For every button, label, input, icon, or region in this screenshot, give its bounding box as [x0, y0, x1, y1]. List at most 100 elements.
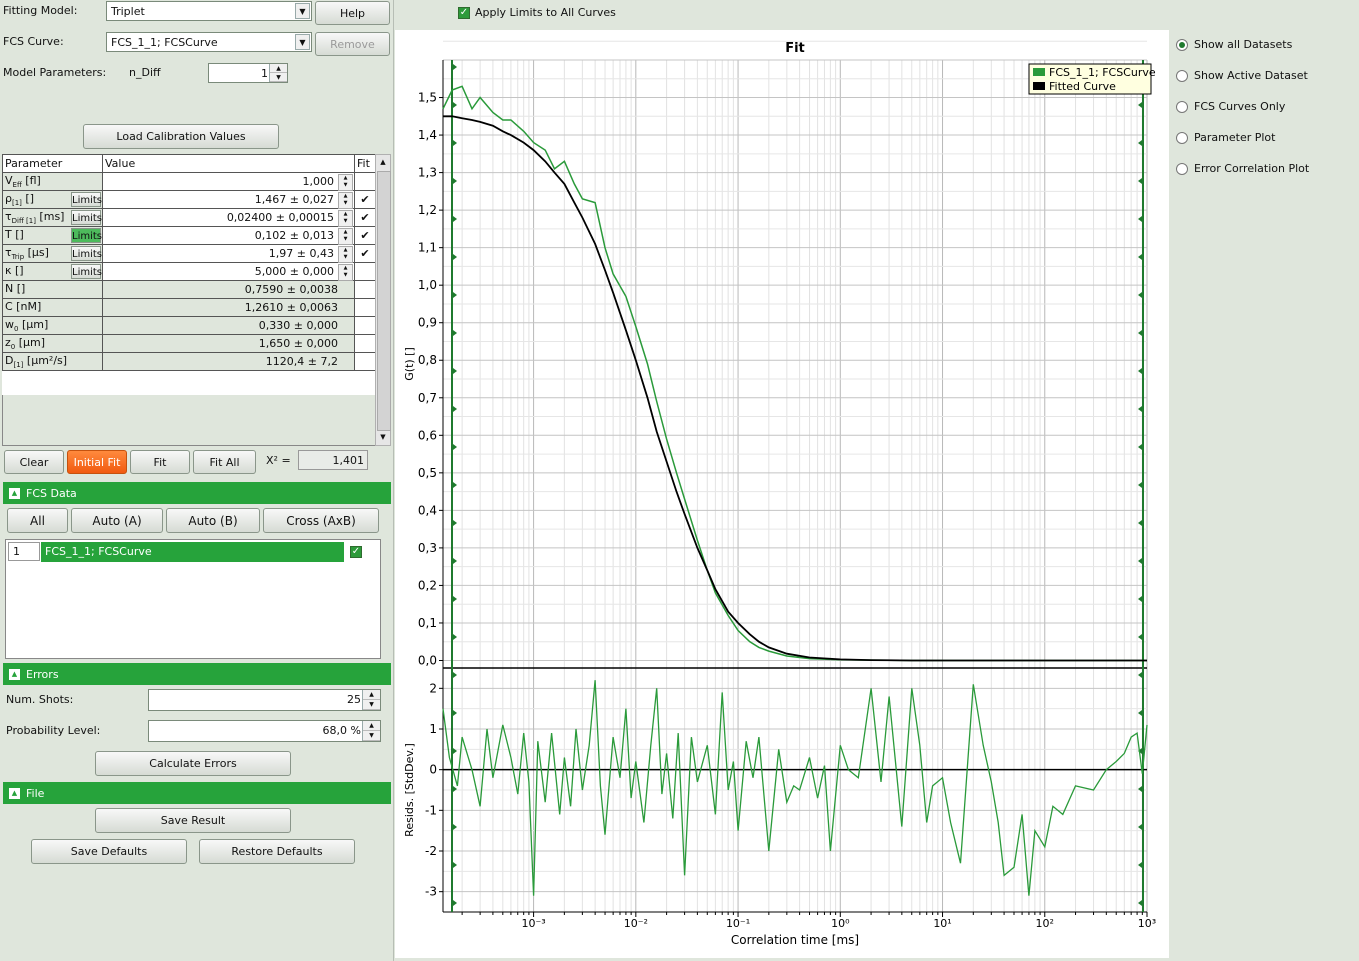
n-diff-label: n_Diff — [129, 66, 161, 79]
range-marker-handle — [1138, 330, 1142, 336]
spin-up-icon[interactable]: ▲ — [270, 64, 287, 73]
spin-down-icon[interactable]: ▼ — [363, 731, 380, 741]
y-tick-label: 0,2 — [418, 578, 437, 592]
param-value: 0,02400 ± 0,00015 — [226, 211, 334, 224]
param-subscript: [1] — [13, 361, 24, 370]
parameter-table: Parameter Value Fit VEff [fl] 1,000 ▲ ▼ ρ[1]… — [2, 154, 376, 395]
limits-button[interactable]: Limits — [71, 192, 102, 207]
remove-button[interactable]: Remove — [315, 32, 390, 56]
spin-arrows-icon[interactable]: ▲ ▼ — [338, 192, 353, 209]
fit-checkbox-cell[interactable]: ✔ — [354, 226, 376, 245]
help-button[interactable]: Help — [315, 1, 390, 25]
fit-checkbox-cell[interactable]: ✔ — [354, 244, 376, 263]
fcs-curve-label: FCS Curve: — [3, 35, 64, 48]
param-value-cell[interactable]: 1,467 ± 0,027 ▲ ▼ — [102, 190, 355, 209]
range-marker-handle — [453, 672, 457, 678]
collapse-icon[interactable]: ▲ — [9, 668, 20, 680]
param-value-cell[interactable]: 1,000 ▲ ▼ — [102, 172, 355, 191]
limits-button[interactable]: Limits — [71, 210, 102, 225]
fit-series-line — [443, 115, 1147, 662]
cross-button[interactable]: Cross (AxB) — [263, 508, 379, 533]
scroll-up-icon[interactable]: ▲ — [376, 155, 390, 170]
range-marker-handle — [1138, 254, 1142, 260]
spin-down-icon[interactable]: ▼ — [270, 73, 287, 82]
initial-fit-button[interactable]: Initial Fit — [67, 450, 127, 474]
spin-down-icon[interactable]: ▼ — [363, 700, 380, 710]
all-button[interactable]: All — [7, 508, 68, 533]
errors-title: Errors — [26, 667, 59, 681]
fit-checkbox-cell[interactable] — [354, 172, 376, 191]
spin-up-icon[interactable]: ▲ — [363, 690, 380, 700]
fitting-model-label: Fitting Model: — [3, 4, 78, 17]
prob-level-spinbox[interactable]: 68,0 % ▲ ▼ — [148, 720, 381, 742]
load-calibration-button[interactable]: Load Calibration Values — [83, 124, 279, 149]
spin-up-icon[interactable]: ▲ — [363, 721, 380, 731]
fit-checkbox-cell[interactable]: ✔ — [354, 190, 376, 209]
list-item[interactable]: 1 FCS_1_1; FCSCurve ✓ — [8, 542, 366, 563]
param-name: τ — [5, 209, 12, 223]
table-scrollbar[interactable]: ▲ ▼ — [375, 154, 391, 446]
spin-arrows-icon[interactable]: ▲ ▼ — [338, 174, 353, 191]
spin-arrows-icon[interactable]: ▲ ▼ — [338, 210, 353, 227]
radio-parameter-plot[interactable] — [1176, 132, 1188, 144]
calculate-errors-button[interactable]: Calculate Errors — [95, 751, 291, 776]
radio-show-active-dataset[interactable] — [1176, 70, 1188, 82]
clear-button[interactable]: Clear — [4, 450, 64, 474]
radio-error-correlation-plot[interactable] — [1176, 163, 1188, 175]
y-axis-label: Resids. [StdDev.] — [403, 743, 416, 837]
radio-fcs-curves-only[interactable] — [1176, 101, 1188, 113]
range-marker-handle — [453, 254, 457, 260]
param-value-cell[interactable]: 0,02400 ± 0,00015 ▲ ▼ — [102, 208, 355, 227]
auto-b-button[interactable]: Auto (B) — [166, 508, 260, 533]
fit-checkbox-cell[interactable] — [354, 280, 376, 299]
restore-defaults-button[interactable]: Restore Defaults — [199, 839, 355, 864]
y-tick-label: 0,5 — [418, 466, 437, 480]
apply-limits-checkbox[interactable]: ✓ — [458, 7, 470, 19]
plot-area[interactable]: Fit 1,5 1,4 1,3 1,2 1,1 1,0 0,9 0,8 0,7 0,6 0,5 0,4 0… — [395, 30, 1169, 958]
spin-arrows-icon[interactable]: ▲ ▼ — [338, 264, 353, 281]
scroll-thumb[interactable] — [377, 171, 391, 431]
collapse-icon[interactable]: ▲ — [9, 787, 20, 799]
chevron-down-icon[interactable]: ▼ — [295, 34, 310, 50]
param-value-cell[interactable]: 0,102 ± 0,013 ▲ ▼ — [102, 226, 355, 245]
fitting-model-select[interactable]: Triplet ▼ — [106, 1, 312, 21]
file-section-header[interactable]: ▲ File — [3, 782, 391, 804]
limits-button[interactable]: Limits — [71, 246, 102, 261]
collapse-icon[interactable]: ▲ — [9, 487, 20, 499]
save-result-button[interactable]: Save Result — [95, 808, 291, 833]
fit-checkbox-cell[interactable] — [354, 262, 376, 281]
table-row: z0 [µm] 1,650 ± 0,000 — [2, 334, 376, 353]
scroll-down-icon[interactable]: ▼ — [376, 430, 390, 445]
save-defaults-button[interactable]: Save Defaults — [31, 839, 187, 864]
list-item-checkbox[interactable]: ✓ — [350, 546, 362, 558]
param-value-cell[interactable]: 5,000 ± 0,000 ▲ ▼ — [102, 262, 355, 281]
residuals-series-line — [442, 680, 1148, 896]
errors-section-header[interactable]: ▲ Errors — [3, 663, 391, 685]
auto-a-button[interactable]: Auto (A) — [71, 508, 163, 533]
fit-all-button[interactable]: Fit All — [193, 450, 256, 474]
param-value-cell[interactable]: 1,97 ± 0,43 ▲ ▼ — [102, 244, 355, 263]
n-diff-spinbox[interactable]: 1 ▲ ▼ — [208, 63, 288, 83]
fit-checkbox-cell[interactable] — [354, 316, 376, 335]
chevron-down-icon[interactable]: ▼ — [295, 3, 310, 19]
limits-button[interactable]: Limits — [71, 228, 102, 243]
fit-button[interactable]: Fit — [130, 450, 190, 474]
range-marker-handle — [1138, 520, 1142, 526]
range-marker-handle — [453, 330, 457, 336]
param-name-cell: ρ[1] [] Limits — [2, 190, 103, 209]
radio-show-all-datasets[interactable] — [1176, 39, 1188, 51]
fcs-data-section-header[interactable]: ▲ FCS Data — [3, 482, 391, 504]
param-unit: [] — [13, 281, 26, 295]
num-shots-spinbox[interactable]: 25 ▲ ▼ — [148, 689, 381, 711]
fit-checkbox-cell[interactable] — [354, 352, 376, 371]
fit-checkbox-cell[interactable] — [354, 298, 376, 317]
fit-checkbox-cell[interactable] — [354, 334, 376, 353]
limits-button[interactable]: Limits — [71, 264, 102, 279]
param-value: 1,000 — [302, 175, 335, 188]
param-name: N — [5, 281, 14, 295]
fcs-curve-select[interactable]: FCS_1_1; FCSCurve ▼ — [106, 32, 312, 52]
param-name-cell: C [nM] — [2, 298, 103, 317]
spin-arrows-icon[interactable]: ▲ ▼ — [338, 246, 353, 263]
spin-arrows-icon[interactable]: ▲ ▼ — [338, 228, 353, 245]
fit-checkbox-cell[interactable]: ✔ — [354, 208, 376, 227]
